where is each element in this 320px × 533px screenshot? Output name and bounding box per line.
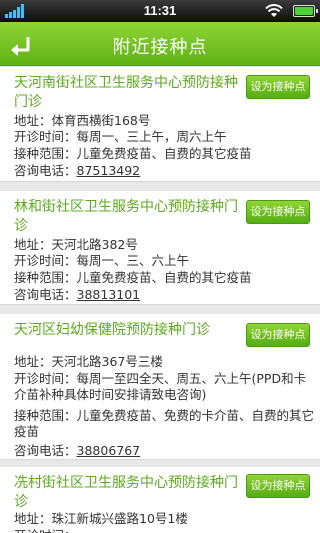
phone-row: 咨询电话：38806767 xyxy=(14,443,141,458)
phone-link[interactable]: 38813101 xyxy=(77,287,141,302)
battery-icon xyxy=(293,5,318,17)
phone-link[interactable]: 87513492 xyxy=(77,163,141,178)
scope-row: 接种范围：儿童免费疫苗、自费的其它疫苗 xyxy=(14,270,252,285)
app-header: 附近接种点 xyxy=(0,22,320,66)
address-row: 地址：天河北路382号 xyxy=(14,237,138,252)
clinic-card: 天河南街社区卫生服务中心预防接种门诊 设为接种点 地址：体育西横街168号 开诊… xyxy=(0,67,320,182)
address-value: 天河北路367号三楼 xyxy=(51,354,163,369)
clinic-card: 天河区妇幼保健院预防接种门诊 设为接种点 地址：天河北路367号三楼 开诊时间：… xyxy=(0,314,320,460)
clinic-list[interactable]: 天河南街社区卫生服务中心预防接种门诊 设为接种点 地址：体育西横街168号 开诊… xyxy=(0,67,320,533)
address-row: 地址：体育西横街168号 xyxy=(14,113,151,128)
wifi-icon xyxy=(265,4,283,17)
hours-value: 每周一、三、六上午 xyxy=(76,253,190,268)
phone-row: 咨询电话：87513492 xyxy=(14,163,141,178)
hours-value: 每周一、三上午，周六上午 xyxy=(76,129,227,144)
address-value: 珠江新城兴盛路10号1楼 xyxy=(51,511,188,526)
address-value: 天河北路382号 xyxy=(51,237,138,252)
clinic-name[interactable]: 天河区妇幼保健院预防接种门诊 xyxy=(14,321,242,340)
set-as-vaccination-point-button[interactable]: 设为接种点 xyxy=(246,75,310,99)
address-row: 地址：天河北路367号三楼 xyxy=(14,354,163,369)
scope-value: 儿童免费疫苗、自费的其它疫苗 xyxy=(76,270,252,285)
hours-row: 开诊时间：每周一、三、六上午 xyxy=(14,253,190,268)
set-as-vaccination-point-button[interactable]: 设为接种点 xyxy=(246,200,310,224)
phone-row: 咨询电话：38813101 xyxy=(14,287,141,302)
address-row: 地址：珠江新城兴盛路10号1楼 xyxy=(14,511,188,526)
hours-row: 开诊时间： xyxy=(14,528,316,533)
hours-row: 开诊时间：每周一、三上午，周六上午 xyxy=(14,129,227,144)
scope-row: 接种范围：儿童免费疫苗、免费的卡介苗、自费的其它疫苗 xyxy=(14,408,315,439)
clinic-name[interactable]: 天河南街社区卫生服务中心预防接种门诊 xyxy=(14,74,242,112)
status-bar: 11:31 xyxy=(0,0,320,22)
page-title: 附近接种点 xyxy=(112,37,208,58)
scope-row: 接种范围：儿童免费疫苗、自费的其它疫苗 xyxy=(14,146,252,161)
phone-link[interactable]: 38806767 xyxy=(77,443,141,458)
scope-value: 儿童免费疫苗、自费的其它疫苗 xyxy=(76,146,252,161)
set-as-vaccination-point-button[interactable]: 设为接种点 xyxy=(246,474,310,498)
hours-row: 开诊时间：每周一至四全天、周五、六上午(PPD和卡介苗补种具体时间安排请致电咨询… xyxy=(14,371,307,402)
clinic-card: 林和街社区卫生服务中心预防接种门诊 设为接种点 地址：天河北路382号 开诊时间… xyxy=(0,191,320,305)
clinic-card: 冼村街社区卫生服务中心预防接种门诊 设为接种点 地址：珠江新城兴盛路10号1楼 … xyxy=(0,467,320,533)
clinic-name[interactable]: 冼村街社区卫生服务中心预防接种门诊 xyxy=(14,474,242,512)
set-as-vaccination-point-button[interactable]: 设为接种点 xyxy=(246,323,310,347)
clinic-name[interactable]: 林和街社区卫生服务中心预防接种门诊 xyxy=(14,198,242,236)
address-value: 体育西横街168号 xyxy=(51,113,151,128)
